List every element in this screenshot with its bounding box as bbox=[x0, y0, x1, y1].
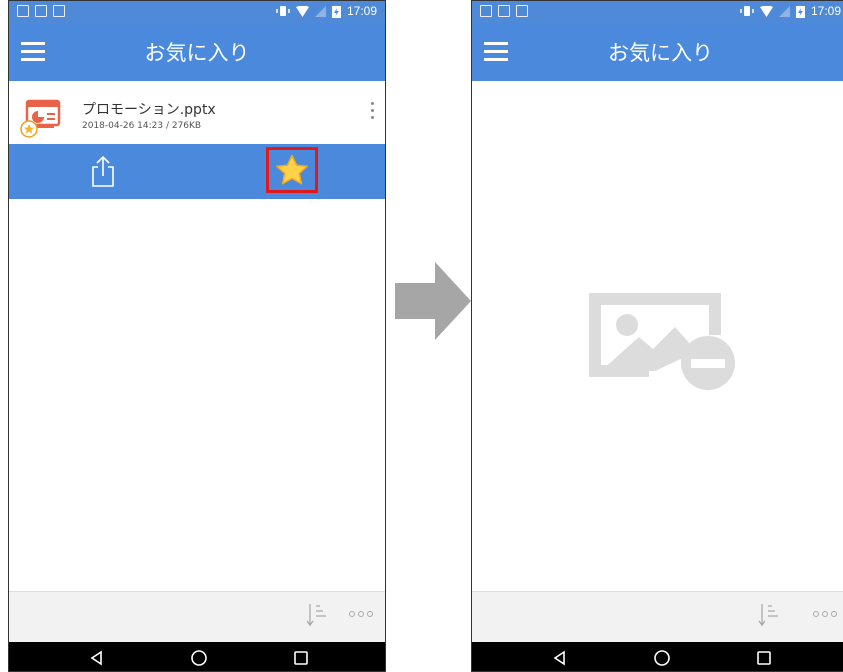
star-icon bbox=[276, 154, 308, 185]
file-list-item[interactable]: プロモーション.pptx 2018-04-26 14:23 / 276KB bbox=[9, 87, 385, 143]
transition-arrow bbox=[395, 262, 471, 340]
page-title: お気に入り bbox=[144, 41, 250, 65]
recents-icon[interactable] bbox=[754, 648, 774, 668]
no-image-placeholder-icon bbox=[589, 293, 735, 390]
status-time: 17:09 bbox=[346, 4, 377, 18]
download-notification-icon bbox=[53, 5, 65, 17]
home-icon[interactable] bbox=[652, 648, 672, 668]
image-notification-icon bbox=[480, 5, 492, 17]
vibrate-icon bbox=[276, 6, 290, 16]
file-meta: 2018-04-26 14:23 / 276KB bbox=[82, 121, 202, 131]
sort-icon[interactable] bbox=[305, 602, 327, 630]
sort-icon[interactable] bbox=[757, 602, 779, 630]
status-bar: 17:09 bbox=[9, 1, 385, 23]
recents-icon[interactable] bbox=[291, 648, 311, 668]
android-nav-bar bbox=[9, 642, 385, 671]
bottom-toolbar bbox=[9, 591, 385, 642]
mail-notification-icon bbox=[498, 5, 510, 17]
download-notification-icon bbox=[516, 5, 528, 17]
app-bar: お気に入り bbox=[9, 23, 385, 81]
file-name: プロモーション.pptx bbox=[82, 102, 216, 118]
wifi-icon bbox=[295, 5, 309, 17]
page-title: お気に入り bbox=[608, 41, 713, 65]
pptx-file-icon bbox=[20, 99, 61, 138]
phone-screen-before: 17:09 お気に入り プロモーション.pptx 2018-04-26 14:2… bbox=[8, 0, 386, 672]
phone-screen-after: 17:09 お気に入り bbox=[471, 0, 843, 672]
status-time: 17:09 bbox=[810, 4, 841, 18]
battery-icon bbox=[795, 5, 805, 18]
vibrate-icon bbox=[740, 6, 754, 16]
image-notification-icon bbox=[17, 5, 29, 17]
more-options-icon[interactable] bbox=[371, 102, 375, 123]
no-signal-icon bbox=[314, 5, 326, 17]
status-bar: 17:09 bbox=[472, 1, 843, 23]
android-nav-bar bbox=[472, 642, 843, 671]
battery-icon bbox=[331, 5, 341, 18]
app-bar: お気に入り bbox=[472, 23, 843, 81]
no-signal-icon bbox=[778, 5, 790, 17]
file-action-bar bbox=[9, 144, 385, 199]
mail-notification-icon bbox=[35, 5, 47, 17]
home-icon[interactable] bbox=[189, 648, 209, 668]
wifi-icon bbox=[759, 5, 773, 17]
back-icon[interactable] bbox=[87, 648, 107, 668]
more-menu-icon[interactable] bbox=[349, 611, 373, 617]
more-menu-icon[interactable] bbox=[813, 611, 837, 617]
favorite-star-button[interactable] bbox=[266, 147, 318, 193]
bottom-toolbar bbox=[472, 591, 843, 642]
back-icon[interactable] bbox=[550, 648, 570, 668]
share-icon[interactable] bbox=[89, 154, 117, 188]
